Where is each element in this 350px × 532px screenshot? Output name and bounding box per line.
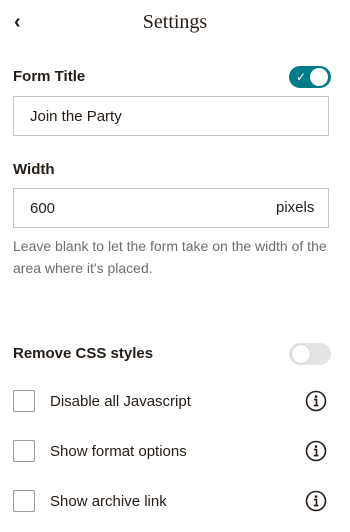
checkmark-icon: ✓	[296, 70, 307, 84]
width-label: Width	[13, 161, 55, 178]
info-icon[interactable]	[305, 440, 327, 462]
info-icon[interactable]	[305, 490, 327, 512]
width-helper-text: Leave blank to let the form take on the …	[13, 238, 327, 276]
option-disable-javascript: Disable all Javascript	[13, 390, 331, 414]
option-show-format-options: Show format options	[13, 440, 331, 464]
form-title-label: Form Title	[13, 68, 86, 85]
header: ‹ Settings	[0, 0, 350, 46]
toggle-knob	[310, 68, 328, 86]
toggle-knob	[292, 345, 310, 363]
remove-css-toggle[interactable]	[289, 343, 331, 365]
option-label: Show format options	[50, 443, 187, 460]
form-title-toggle[interactable]: ✓	[289, 66, 331, 88]
show-archive-link-checkbox[interactable]	[13, 490, 35, 512]
remove-css-label: Remove CSS styles	[13, 345, 154, 362]
option-label: Show archive link	[50, 493, 167, 510]
option-label: Disable all Javascript	[50, 393, 191, 410]
form-title-input[interactable]	[13, 96, 329, 136]
info-icon[interactable]	[305, 390, 327, 412]
disable-javascript-checkbox[interactable]	[13, 390, 35, 412]
page-title: Settings	[142, 11, 208, 33]
width-unit-suffix: pixels	[276, 199, 315, 216]
show-format-options-checkbox[interactable]	[13, 440, 35, 462]
option-show-archive-link: Show archive link	[13, 490, 331, 514]
